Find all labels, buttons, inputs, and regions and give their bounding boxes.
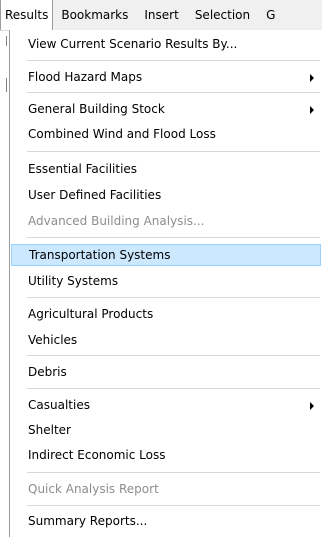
menu-item-label: General Building Stock [28, 102, 165, 116]
submenu-arrow-icon [310, 74, 314, 82]
menu-item-label: View Current Scenario Results By... [28, 37, 238, 51]
menu-item-label: Casualties [28, 398, 90, 412]
menu-item-indirect-economic-loss[interactable]: Indirect Economic Loss [10, 444, 322, 466]
menu-item-label: Combined Wind and Flood Loss [28, 127, 216, 141]
menu-bookmarks[interactable]: Bookmarks [53, 0, 136, 30]
menu-item-general-building-stock[interactable]: General Building Stock [10, 98, 322, 120]
menu-item-label: Essential Facilities [28, 162, 138, 176]
menu-item-label: User Defined Facilities [28, 188, 162, 202]
menu-item-casualties[interactable]: Casualties [10, 394, 322, 416]
menu-selection[interactable]: Selection [187, 0, 258, 30]
menu-next-truncated[interactable]: G [258, 0, 283, 30]
menu-separator [27, 505, 320, 506]
menu-item-label: Advanced Building Analysis... [28, 214, 205, 228]
menu-separator [27, 472, 320, 473]
menu-item-label: Vehicles [28, 333, 78, 347]
menu-item-shelter[interactable]: Shelter [10, 419, 322, 441]
menu-item-essential-facilities[interactable]: Essential Facilities [10, 158, 322, 180]
menu-item-view-current-scenario-results[interactable]: View Current Scenario Results By... [10, 33, 322, 55]
menu-separator [27, 151, 320, 152]
window-edge-divider [6, 36, 7, 46]
menu-item-summary-reports[interactable]: Summary Reports... [10, 510, 322, 532]
menu-item-label: Agricultural Products [28, 307, 154, 321]
menu-item-label: Utility Systems [28, 274, 119, 288]
window-edge-divider [6, 78, 7, 92]
menu-bar: Results Bookmarks Insert Selection G [0, 0, 322, 31]
menu-separator [27, 237, 320, 238]
menu-item-debris[interactable]: Debris [10, 361, 322, 383]
menu-item-label: Quick Analysis Report [28, 482, 159, 496]
menu-results[interactable]: Results [0, 0, 54, 30]
menu-item-label: Shelter [28, 423, 71, 437]
menu-separator [27, 388, 320, 389]
menu-item-label: Indirect Economic Loss [28, 448, 166, 462]
menu-item-vehicles[interactable]: Vehicles [10, 329, 322, 351]
menu-item-user-defined-facilities[interactable]: User Defined Facilities [10, 184, 322, 206]
menu-separator [27, 60, 320, 61]
submenu-arrow-icon [310, 106, 314, 114]
menu-insert[interactable]: Insert [136, 0, 186, 30]
menu-item-label: Flood Hazard Maps [28, 70, 143, 84]
menu-item-label: Debris [28, 365, 67, 379]
menu-item-label: Transportation Systems [29, 248, 171, 262]
results-dropdown-menu: View Current Scenario Results By... Floo… [9, 30, 322, 537]
menu-item-label: Summary Reports... [28, 514, 148, 528]
menu-item-quick-analysis-report: Quick Analysis Report [10, 478, 322, 500]
menu-item-utility-systems[interactable]: Utility Systems [10, 270, 322, 292]
menu-separator [27, 355, 320, 356]
menu-item-advanced-building-analysis: Advanced Building Analysis... [10, 210, 322, 232]
menu-separator [27, 297, 320, 298]
menu-item-agricultural-products[interactable]: Agricultural Products [10, 303, 322, 325]
menu-item-flood-hazard-maps[interactable]: Flood Hazard Maps [10, 66, 322, 88]
submenu-arrow-icon [310, 402, 314, 410]
menu-separator [27, 92, 320, 93]
app-window: Results Bookmarks Insert Selection G Vie… [0, 0, 322, 537]
menu-item-combined-wind-flood-loss[interactable]: Combined Wind and Flood Loss [10, 123, 322, 145]
menu-item-transportation-systems[interactable]: Transportation Systems [11, 244, 321, 266]
